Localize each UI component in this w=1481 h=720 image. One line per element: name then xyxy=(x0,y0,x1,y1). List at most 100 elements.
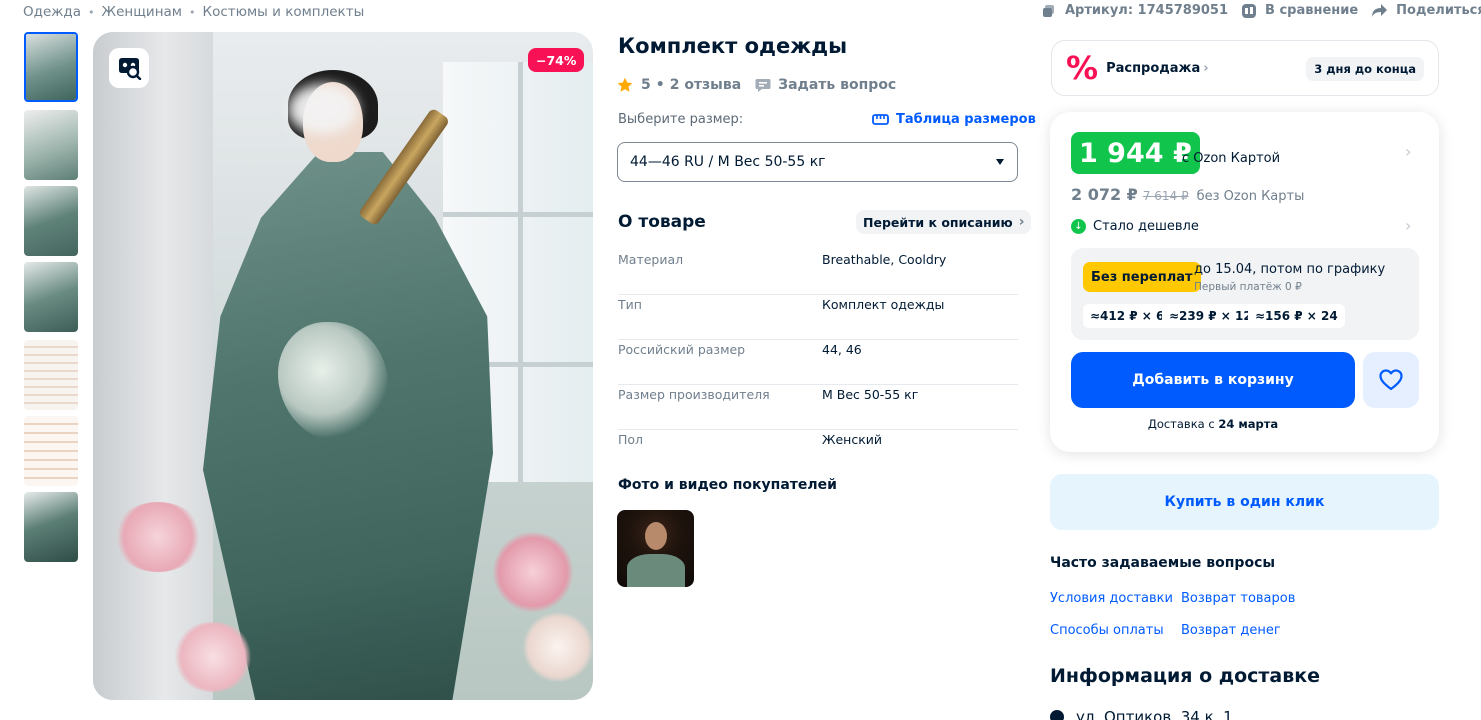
installment-option[interactable]: ≈412 ₽ × 6 xyxy=(1083,304,1172,328)
thumbnail-image xyxy=(24,492,78,562)
location-pin-icon xyxy=(1047,707,1067,720)
installment-option[interactable]: ≈156 ₽ × 24 xyxy=(1248,304,1345,328)
copy-icon xyxy=(1043,4,1054,17)
faq-link-refunds[interactable]: Возврат денег xyxy=(1181,623,1281,638)
spec-row: Размер производителя M Вес 50-55 кг xyxy=(618,385,1018,430)
heart-icon xyxy=(1379,369,1403,391)
faq-title: Часто задаваемые вопросы xyxy=(1050,555,1276,571)
thumbnail-image xyxy=(24,110,78,180)
sale-label-wrap: Распродажа › xyxy=(1106,61,1209,76)
gallery-thumbnail[interactable] xyxy=(24,186,78,256)
spec-key: Тип xyxy=(618,297,642,312)
spec-value: M Вес 50-55 кг xyxy=(822,387,919,402)
spec-key: Материал xyxy=(618,252,684,267)
spec-row: Пол Женский xyxy=(618,430,1018,475)
arrow-down-icon: ↓ xyxy=(1071,219,1086,234)
gallery-thumbnail[interactable] xyxy=(24,262,78,332)
flower-decoration xyxy=(523,612,593,682)
delivery-info-title: Информация о доставке xyxy=(1050,665,1321,687)
breadcrumb-separator: • xyxy=(189,5,196,19)
ozon-card-label: с Ozon Картой xyxy=(1182,151,1281,166)
price-dropped-label: Стало дешевле xyxy=(1093,219,1199,234)
size-select[interactable]: 44—46 RU / M Вес 50-55 кг xyxy=(617,142,1018,182)
customer-photo-face xyxy=(645,522,667,550)
visual-search-button[interactable] xyxy=(109,48,149,88)
breadcrumb-item-suits[interactable]: Костюмы и комплекты xyxy=(203,4,365,20)
article-label: Артикул: 1745789051 xyxy=(1065,3,1229,18)
go-to-description-button[interactable]: Перейти к описанию › xyxy=(856,210,1032,234)
gallery-thumbnail[interactable] xyxy=(24,340,78,410)
spec-row: Тип Комплект одежды xyxy=(618,295,1018,340)
spec-key: Российский размер xyxy=(618,342,746,357)
chevron-right-icon[interactable]: › xyxy=(1405,142,1411,161)
installment-option[interactable]: ≈239 ₽ × 12 xyxy=(1162,304,1259,328)
gallery-thumbnail[interactable] xyxy=(24,416,78,486)
flower-decoration xyxy=(493,532,573,612)
delivery-date: Доставка с 24 марта xyxy=(1071,417,1355,431)
size-select-value: 44—46 RU / M Вес 50-55 кг xyxy=(630,154,826,170)
ruler-icon xyxy=(872,114,889,125)
reviews-count[interactable]: 2 отзыва xyxy=(670,77,741,93)
customer-photo[interactable] xyxy=(617,510,694,587)
size-table-link[interactable]: Таблица размеров xyxy=(872,112,1036,127)
thumbnail-image xyxy=(24,340,78,410)
spec-row: Российский размер 44, 46 xyxy=(618,340,1018,385)
top-actions: Артикул: 1745789051 В сравнение Поделить… xyxy=(1042,3,1481,18)
compare-button[interactable]: В сравнение xyxy=(1242,3,1358,18)
percent-icon: % xyxy=(1066,49,1099,87)
rating-row: 5 • 2 отзыва Задать вопрос xyxy=(617,77,896,93)
thumbnail-image xyxy=(24,416,78,486)
product-main-image[interactable] xyxy=(93,32,593,700)
faq-link-returns[interactable]: Возврат товаров xyxy=(1181,591,1295,606)
share-icon xyxy=(1372,4,1388,17)
compare-label: В сравнение xyxy=(1265,3,1359,18)
face-blur xyxy=(288,84,358,134)
rating-separator: • xyxy=(655,77,665,93)
buy-one-click-button[interactable]: Купить в один клик xyxy=(1050,474,1439,530)
sale-days-left: 3 дня до конца xyxy=(1306,57,1424,81)
customer-photo-robe xyxy=(627,554,685,587)
share-button[interactable]: Поделиться xyxy=(1372,3,1481,18)
faq-link-payment-methods[interactable]: Способы оплаты xyxy=(1050,623,1164,638)
search-by-photo-icon xyxy=(119,58,142,80)
delivery-address[interactable]: ул. Оптиков, 34 к. 1 xyxy=(1047,707,1233,720)
favorite-button[interactable] xyxy=(1363,352,1419,408)
regular-price-row: 2 072 ₽ 7 614 ₽ без Ozon Карты xyxy=(1071,185,1304,204)
breadcrumb-separator: • xyxy=(88,5,95,19)
faq-link-delivery-terms[interactable]: Условия доставки xyxy=(1050,591,1173,606)
thumbnail-image xyxy=(24,262,78,332)
gallery-thumbnail[interactable] xyxy=(24,32,78,102)
installment-badge: Без переплат xyxy=(1083,262,1201,292)
spec-value: 44, 46 xyxy=(822,342,862,357)
ask-question-button[interactable]: Задать вопрос xyxy=(755,77,896,93)
rating-value[interactable]: 5 xyxy=(641,77,651,93)
size-label: Выберите размер: xyxy=(618,112,744,127)
article-number[interactable]: Артикул: 1745789051 xyxy=(1042,3,1228,18)
thumbnail-image xyxy=(24,186,78,256)
chevron-right-icon: › xyxy=(1018,214,1025,230)
customer-photos-title: Фото и видео покупателей xyxy=(618,477,837,493)
gallery-thumbnail[interactable] xyxy=(24,492,78,562)
price-dropped-row[interactable]: ↓ Стало дешевле xyxy=(1071,219,1199,234)
breadcrumb: Одежда • Женщинам • Костюмы и комплекты xyxy=(23,4,364,20)
product-title: Комплект одежды xyxy=(618,34,848,58)
sale-banner[interactable]: % Распродажа › 3 дня до конца xyxy=(1051,40,1439,96)
gallery-thumbnail[interactable] xyxy=(24,110,78,180)
ozon-card-price[interactable]: 1 944 ₽ xyxy=(1071,132,1200,174)
thumbnail-image xyxy=(26,34,76,100)
about-title: О товаре xyxy=(618,212,706,232)
installment-first-payment: Первый платёж 0 ₽ xyxy=(1194,281,1302,293)
chevron-right-icon[interactable]: › xyxy=(1405,216,1411,235)
breadcrumb-item-women[interactable]: Женщинам xyxy=(102,4,182,20)
spec-key: Пол xyxy=(618,432,644,447)
old-price: 7 614 ₽ xyxy=(1142,189,1189,203)
flower-decoration xyxy=(113,502,203,572)
spec-value: Комплект одежды xyxy=(822,297,945,312)
breadcrumb-item-clothes[interactable]: Одежда xyxy=(23,4,81,20)
chevron-down-icon xyxy=(996,159,1004,165)
flower-decoration xyxy=(173,622,253,692)
share-label: Поделиться xyxy=(1396,3,1481,18)
spec-value: Breathable, Cooldry xyxy=(822,252,947,267)
add-to-cart-button[interactable]: Добавить в корзину xyxy=(1071,352,1355,408)
spec-key: Размер производителя xyxy=(618,387,770,402)
